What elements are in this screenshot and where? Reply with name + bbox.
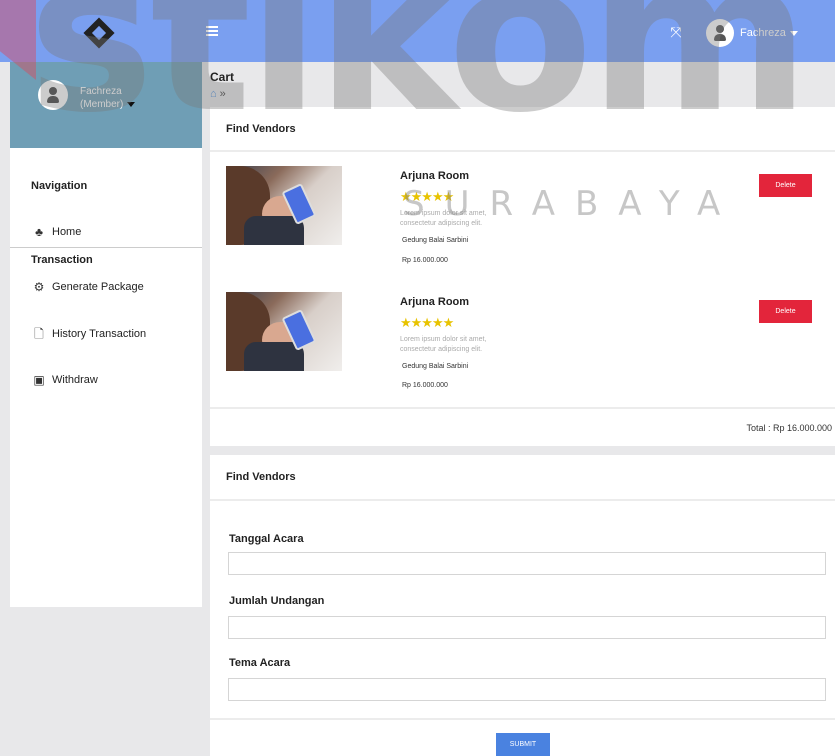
sidebar-item-withdraw[interactable]: ▣ Withdraw (31, 373, 98, 387)
tema-acara-input[interactable] (228, 678, 826, 701)
profile-avatar (38, 80, 68, 110)
card-title: Find Vendors (226, 123, 296, 135)
delete-button[interactable]: Delete (759, 300, 812, 323)
divider (210, 718, 835, 720)
vendor-location: Gedung Balai Sarbini (402, 237, 469, 244)
submit-button[interactable]: SUBMIT (496, 733, 550, 756)
home-group-icon: ♣ (35, 225, 43, 239)
sidebar-item-history-transaction[interactable]: 🗋 History Transaction (31, 327, 146, 341)
sidebar-item-generate-package[interactable]: ⚙ Generate Package (31, 280, 144, 294)
jumlah-undangan-label: Jumlah Undangan (229, 595, 325, 607)
breadcrumb-separator-icon: » (219, 88, 226, 100)
divider (10, 247, 202, 248)
fullscreen-icon[interactable]: ⤧ (668, 24, 684, 40)
sidebar-item-label: Withdraw (52, 374, 98, 386)
profile-role: (Member) (80, 99, 124, 110)
vendor-name: Arjuna Room (400, 170, 470, 182)
sidebar: Fachreza (Member) Navigation ♣ Home Tran… (10, 62, 202, 607)
order-form-card: Find Vendors Tanggal Acara Jumlah Undang… (210, 455, 835, 756)
divider (210, 499, 835, 501)
brand[interactable] (0, 0, 200, 62)
vendor-price: Rp 16.000.000 (402, 257, 448, 264)
home-icon[interactable]: ⌂ (210, 88, 217, 100)
divider (210, 407, 835, 409)
jumlah-undangan-input[interactable] (228, 616, 826, 639)
caret-down-icon (127, 101, 136, 107)
user-name: Fachreza (740, 27, 786, 39)
vendor-description: Lorem ipsum dolor sit amet, consectetur … (400, 210, 487, 227)
sidebar-item-home[interactable]: ♣ Home (31, 225, 81, 239)
rating-stars: ★★★★★ (400, 315, 454, 330)
cart-card: Find Vendors Arjuna Room ★★★★★ Lorem ips… (210, 107, 835, 446)
gears-icon: ⚙ (33, 280, 45, 294)
transaction-heading: Transaction (31, 254, 93, 266)
hamburger-icon[interactable] (206, 26, 218, 36)
nav-heading: Navigation (31, 180, 88, 192)
sidebar-item-label: Generate Package (52, 281, 144, 293)
vendor-image (226, 166, 342, 245)
delete-button[interactable]: Delete (759, 174, 812, 197)
top-navbar: ⤧ Fachreza (0, 0, 835, 62)
breadcrumb: ⌂ » (210, 88, 226, 100)
user-menu[interactable]: Fachreza (706, 19, 798, 47)
vendor-image (226, 292, 342, 371)
vendor-price: Rp 16.000.000 (402, 382, 448, 389)
divider (210, 150, 835, 152)
logo-icon (83, 17, 115, 49)
page-title: Cart (210, 70, 235, 84)
file-icon: 🗋 (34, 327, 44, 341)
profile-role-dropdown[interactable]: (Member) (80, 99, 136, 110)
sidebar-item-label: History Transaction (52, 328, 147, 340)
tema-acara-label: Tema Acara (229, 657, 291, 669)
cart-total: Total : Rp 16.000.000 (746, 423, 832, 433)
money-icon: ▣ (33, 373, 45, 387)
avatar (706, 19, 734, 47)
sidebar-profile: Fachreza (Member) (10, 62, 202, 148)
vendor-name: Arjuna Room (400, 296, 470, 308)
tanggal-acara-input[interactable] (228, 552, 826, 575)
caret-down-icon (789, 30, 798, 36)
vendor-location: Gedung Balai Sarbini (402, 363, 469, 370)
tanggal-acara-label: Tanggal Acara (229, 533, 304, 545)
rating-stars: ★★★★★ (400, 189, 454, 204)
card-title: Find Vendors (226, 471, 296, 483)
profile-name: Fachreza (80, 86, 122, 97)
sidebar-item-label: Home (52, 226, 82, 238)
vendor-description: Lorem ipsum dolor sit amet, consectetur … (400, 336, 487, 353)
